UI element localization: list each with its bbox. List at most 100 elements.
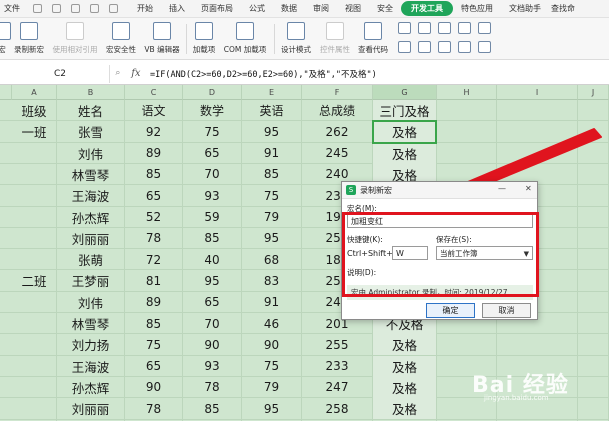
table-cell[interactable]: 75 (242, 185, 301, 206)
table-cell[interactable]: 孙杰辉 (57, 207, 124, 228)
table-cell[interactable]: 95 (242, 121, 301, 142)
addins-button[interactable]: 加载项 (190, 20, 218, 58)
table-cell[interactable]: 46 (242, 313, 301, 334)
design-mode-button[interactable]: 设计模式 (278, 20, 314, 58)
table-cell[interactable]: 95 (242, 398, 301, 419)
zoom-icon[interactable]: ⌕ (115, 68, 120, 79)
print-icon[interactable] (71, 4, 80, 13)
tab-page-layout[interactable]: 页面布局 (193, 3, 241, 14)
table-cell[interactable]: 65 (183, 292, 241, 313)
column-header-a[interactable]: A (12, 85, 57, 100)
table-cell[interactable] (12, 356, 56, 377)
textbox-control-icon[interactable] (418, 22, 431, 34)
listbox-control-icon[interactable] (458, 22, 471, 34)
table-cell[interactable]: 90 (183, 334, 241, 355)
minimize-icon[interactable]: — (498, 184, 506, 193)
cancel-button[interactable]: 取消 (482, 303, 531, 318)
column-header-f[interactable]: F (302, 85, 373, 100)
table-cell[interactable] (12, 228, 56, 249)
table-cell[interactable]: 78 (125, 228, 182, 249)
table-cell[interactable]: 89 (125, 292, 182, 313)
table-cell[interactable]: 刘丽丽 (57, 398, 124, 419)
spinner-control-icon[interactable] (478, 41, 491, 53)
tab-home[interactable]: 开始 (129, 3, 161, 14)
table-cell[interactable]: 89 (125, 143, 182, 164)
table-cell[interactable]: 90 (242, 334, 301, 355)
table-cell[interactable]: 孙杰辉 (57, 377, 124, 398)
table-cell[interactable]: 95 (183, 270, 241, 291)
column-header-h[interactable]: H (437, 85, 497, 100)
formula-input[interactable]: =IF(AND(C2>=60,D2>=60,E2>=60),"及格","不及格"… (146, 68, 377, 80)
table-cell[interactable] (12, 164, 56, 185)
table-cell[interactable]: 二班 (12, 270, 56, 291)
button-control-icon[interactable] (438, 41, 451, 53)
view-code-button[interactable]: 查看代码 (355, 20, 391, 58)
table-cell[interactable]: 262 (302, 121, 372, 142)
column-header-b[interactable]: B (57, 85, 125, 100)
table-cell[interactable] (12, 313, 56, 334)
table-cell[interactable]: 65 (125, 356, 182, 377)
ok-button[interactable]: 确定 (426, 303, 475, 318)
table-cell[interactable]: 233 (302, 356, 372, 377)
menu-file[interactable]: 文件 (0, 3, 28, 14)
table-cell[interactable]: 59 (183, 207, 241, 228)
checkbox-control-icon[interactable] (398, 22, 411, 34)
redo-icon[interactable] (109, 4, 118, 13)
table-cell[interactable]: 70 (183, 164, 241, 185)
header-cell[interactable]: 姓名 (57, 100, 124, 121)
control-properties-button[interactable]: 控件属性 (317, 20, 353, 58)
tab-developer[interactable]: 开发工具 (401, 1, 453, 16)
table-cell[interactable]: 85 (125, 164, 182, 185)
search-field[interactable]: 查找命 (549, 3, 577, 14)
table-cell[interactable]: 52 (125, 207, 182, 228)
table-cell[interactable]: 林雪琴 (57, 313, 124, 334)
fx-icon[interactable]: fx (131, 68, 140, 79)
table-cell[interactable]: 255 (302, 334, 372, 355)
table-cell[interactable] (12, 143, 56, 164)
scrollbar-control-icon[interactable] (458, 41, 471, 53)
table-cell[interactable]: 王梦丽 (57, 270, 124, 291)
table-cell[interactable]: 93 (183, 185, 241, 206)
name-box[interactable]: C2 (0, 64, 110, 83)
table-cell[interactable]: 刘丽丽 (57, 228, 124, 249)
table-cell[interactable]: 93 (183, 356, 241, 377)
vb-editor-button[interactable]: VB 编辑器 (142, 20, 182, 58)
tab-security[interactable]: 安全 (369, 3, 401, 14)
table-cell[interactable] (12, 292, 56, 313)
macro-security-button[interactable]: 宏安全性 (104, 20, 138, 58)
table-cell[interactable]: 78 (125, 398, 182, 419)
table-cell[interactable]: 王海波 (57, 185, 124, 206)
header-cell[interactable]: 班级 (12, 100, 56, 121)
table-cell[interactable]: 91 (242, 143, 301, 164)
table-cell[interactable]: 83 (242, 270, 301, 291)
table-cell[interactable]: 及格 (373, 398, 436, 420)
table-cell[interactable]: 68 (242, 249, 301, 270)
column-header-c[interactable]: C (125, 85, 183, 100)
open-icon[interactable] (52, 4, 61, 13)
tab-review[interactable]: 审阅 (305, 3, 337, 14)
macro-button[interactable]: 宏 (0, 20, 11, 58)
table-cell[interactable]: 75 (183, 121, 241, 142)
table-cell[interactable] (12, 207, 56, 228)
table-cell[interactable]: 258 (302, 398, 372, 419)
header-cell[interactable]: 数学 (183, 100, 241, 121)
table-cell[interactable]: 79 (242, 377, 301, 398)
table-cell[interactable]: 及格 (373, 376, 436, 398)
tab-features[interactable]: 特色应用 (453, 3, 501, 14)
table-cell[interactable]: 85 (183, 398, 241, 419)
table-cell[interactable]: 78 (183, 377, 241, 398)
table-cell[interactable]: 247 (302, 377, 372, 398)
relative-reference-button[interactable]: 使用相对引用 (52, 20, 98, 58)
table-cell[interactable]: 81 (125, 270, 182, 291)
table-cell[interactable]: 一班 (12, 121, 56, 142)
table-cell[interactable]: 王海波 (57, 356, 124, 377)
table-cell[interactable]: 40 (183, 249, 241, 270)
table-cell[interactable]: 75 (125, 334, 182, 355)
table-cell[interactable] (12, 377, 56, 398)
table-cell[interactable]: 90 (125, 377, 182, 398)
label-control-icon[interactable] (418, 41, 431, 53)
table-cell[interactable]: 79 (242, 207, 301, 228)
table-cell[interactable] (12, 398, 56, 419)
tab-doc-assistant[interactable]: 文档助手 (501, 3, 549, 14)
close-icon[interactable]: ✕ (525, 184, 532, 193)
